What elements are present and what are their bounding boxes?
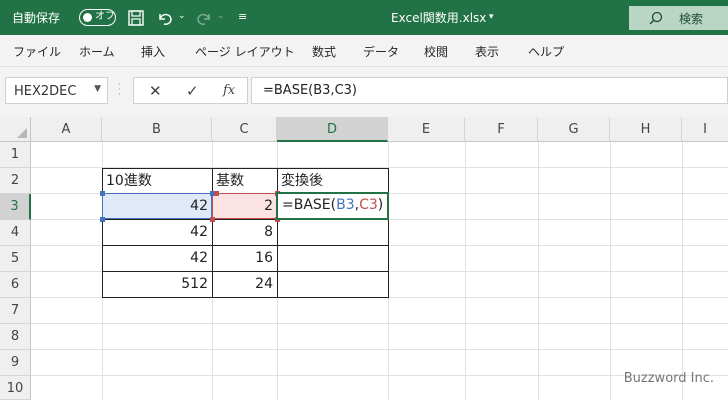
cell-d2-header[interactable]: 変換後 — [277, 168, 388, 194]
formula-bar: HEX2DEC ▼ · · · ✕ ✓ fx =BASE(B3,C3) — [0, 67, 728, 117]
tab-insert[interactable]: 挿入 — [141, 43, 165, 60]
cell-c6[interactable]: 24 — [212, 271, 277, 297]
column-header-a[interactable]: A — [31, 117, 102, 142]
row-header-7[interactable]: 7 — [0, 298, 31, 324]
autosave-toggle[interactable]: オフ — [79, 9, 116, 26]
redo-icon[interactable] — [194, 8, 214, 28]
row-header-2[interactable]: 2 — [0, 168, 31, 194]
row-header-10[interactable]: 10 — [0, 376, 31, 400]
row-header-5[interactable]: 5 — [0, 246, 31, 272]
column-header-g[interactable]: G — [538, 117, 610, 142]
cell-b4[interactable]: 42 — [102, 219, 212, 245]
tab-help[interactable]: ヘルプ — [528, 43, 564, 60]
name-box-dropdown-icon[interactable]: ▼ — [94, 84, 101, 94]
cell-b6[interactable]: 512 — [102, 271, 212, 297]
search-icon — [649, 11, 663, 25]
select-all-button[interactable] — [0, 117, 31, 142]
column-header-h[interactable]: H — [610, 117, 682, 142]
cell-c3[interactable]: 2 — [212, 193, 277, 219]
name-box[interactable]: HEX2DEC ▼ — [5, 77, 108, 104]
title-bar: 自動保存 オフ ⌄ ⌄ ≡ Excel関数用.xlsx ▾ 検索 — [0, 0, 728, 35]
redo-dropdown-icon[interactable]: ⌄ — [217, 11, 225, 21]
autosave-state: オフ — [95, 11, 115, 22]
column-header-f[interactable]: F — [465, 117, 538, 142]
undo-dropdown-icon[interactable]: ⌄ — [178, 11, 186, 21]
formula-text: =BASE(B3,C3) — [263, 83, 357, 98]
column-header-i[interactable]: I — [682, 117, 728, 142]
tab-file[interactable]: ファイル — [13, 43, 61, 60]
tab-home[interactable]: ホーム — [79, 43, 115, 60]
row-header-4[interactable]: 4 — [0, 220, 31, 246]
formula-tools: ✕ ✓ fx — [133, 77, 248, 104]
formula-input[interactable]: =BASE(B3,C3) — [251, 77, 728, 104]
toggle-knob — [83, 13, 92, 22]
watermark: Buzzword Inc. — [623, 371, 714, 386]
save-icon[interactable] — [126, 8, 146, 28]
cell-c2-header[interactable]: 基数 — [212, 168, 277, 194]
enter-icon[interactable]: ✓ — [186, 82, 199, 100]
undo-icon[interactable] — [155, 8, 175, 28]
row-header-8[interactable]: 8 — [0, 324, 31, 350]
active-cell-formula: =BASE(B3,C3) — [282, 197, 384, 213]
tab-page-layout[interactable]: ページ レイアウト — [195, 43, 295, 60]
cell-b3[interactable]: 42 — [102, 193, 212, 219]
insert-function-icon[interactable]: fx — [223, 83, 235, 98]
cancel-icon[interactable]: ✕ — [149, 82, 162, 100]
search-box[interactable]: 検索 — [629, 6, 728, 30]
row-header-9[interactable]: 9 — [0, 350, 31, 376]
tab-review[interactable]: 校閲 — [424, 43, 448, 60]
cell-c4[interactable]: 8 — [212, 219, 277, 245]
tab-data[interactable]: データ — [363, 43, 399, 60]
column-header-e[interactable]: E — [388, 117, 465, 142]
row-header-6[interactable]: 6 — [0, 272, 31, 298]
tab-formulas[interactable]: 数式 — [312, 43, 336, 60]
cell-c5[interactable]: 16 — [212, 245, 277, 271]
cell-b5[interactable]: 42 — [102, 245, 212, 271]
name-box-value: HEX2DEC — [14, 84, 77, 99]
column-header-c[interactable]: C — [212, 117, 277, 142]
cell-b2-header[interactable]: 10進数 — [102, 168, 212, 194]
autosave-label: 自動保存 — [12, 11, 61, 25]
column-header-b[interactable]: B — [102, 117, 212, 142]
column-header-d[interactable]: D — [277, 117, 388, 142]
row-header-3[interactable]: 3 — [0, 194, 31, 220]
search-label: 検索 — [679, 12, 704, 26]
filename-caret-icon[interactable]: ▾ — [489, 12, 494, 22]
active-cell-d3[interactable]: =BASE(B3,C3) — [276, 192, 389, 220]
formula-bar-splitter-icon[interactable]: · · · — [118, 81, 122, 100]
row-header-1[interactable]: 1 — [0, 142, 31, 168]
customize-toolbar-icon[interactable]: ≡ — [238, 10, 247, 23]
ribbon-tabs: ファイル ホーム 挿入 ページ レイアウト 数式 データ 校閲 表示 ヘルプ — [0, 35, 728, 67]
tab-view[interactable]: 表示 — [475, 43, 499, 60]
file-name: Excel関数用.xlsx — [391, 11, 487, 25]
